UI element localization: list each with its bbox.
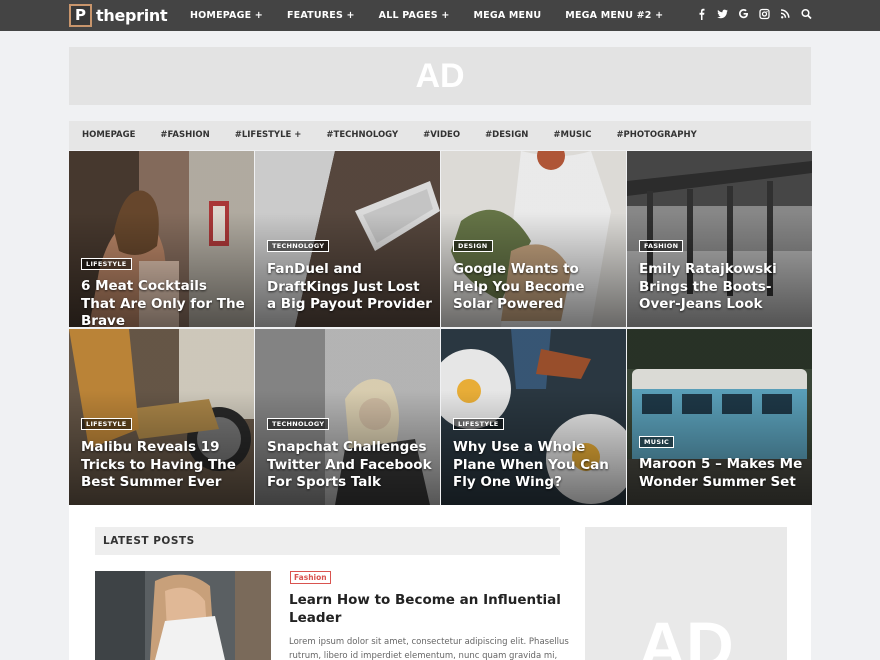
tile-category[interactable]: MUSIC <box>639 436 675 448</box>
featured-tile[interactable]: LIFESTYLE 6 Meat Cocktails That Are Only… <box>69 151 254 327</box>
tag-lifestyle[interactable]: #LIFESTYLE + <box>235 121 302 150</box>
tile-title[interactable]: 6 Meat Cocktails That Are Only for The B… <box>81 278 246 327</box>
post-category[interactable]: Fashion <box>290 571 331 584</box>
tile-title[interactable]: Why Use a Whole Plane When You Can Fly O… <box>453 439 618 492</box>
top-ad-banner[interactable]: AD <box>69 47 811 105</box>
tile-category[interactable]: TECHNOLOGY <box>267 240 330 252</box>
facebook-icon[interactable] <box>696 8 707 22</box>
latest-posts-header: LATEST POSTS <box>95 527 560 555</box>
tag-music[interactable]: #MUSIC <box>553 121 591 150</box>
google-icon[interactable] <box>738 8 749 22</box>
sidebar-ad[interactable]: AD <box>585 527 787 660</box>
nav-mega-menu-2[interactable]: MEGA MENU #2 + <box>565 0 663 31</box>
search-icon[interactable] <box>801 8 812 22</box>
featured-tile[interactable]: FASHION Emily Ratajkowski Brings the Boo… <box>627 151 812 327</box>
tag-homepage[interactable]: HOMEPAGE <box>82 121 135 150</box>
post-title[interactable]: Learn How to Become an Influential Leade… <box>289 591 569 627</box>
tile-title[interactable]: FanDuel and DraftKings Just Lost a Big P… <box>267 261 432 314</box>
tile-title[interactable]: Malibu Reveals 19 Tricks to Having The B… <box>81 439 246 492</box>
tag-design[interactable]: #DESIGN <box>485 121 528 150</box>
logo-mark: P <box>69 4 92 27</box>
tile-title[interactable]: Emily Ratajkowski Brings the Boots-Over-… <box>639 261 804 314</box>
featured-tile[interactable]: MUSIC Maroon 5 – Makes Me Wonder Summer … <box>627 329 812 505</box>
tag-fashion[interactable]: #FASHION <box>160 121 209 150</box>
tile-category[interactable]: LIFESTYLE <box>453 418 504 430</box>
ad-label: AD <box>638 608 734 660</box>
post-thumbnail[interactable] <box>95 571 271 660</box>
ad-label: AD <box>415 56 465 95</box>
tag-photography[interactable]: #PHOTOGRAPHY <box>616 121 696 150</box>
tile-category[interactable]: TECHNOLOGY <box>267 418 330 430</box>
nav-homepage[interactable]: HOMEPAGE + <box>190 0 263 31</box>
tile-title[interactable]: Maroon 5 – Makes Me Wonder Summer Set <box>639 456 804 491</box>
social-links <box>696 8 812 22</box>
logo-text: theprint <box>96 6 168 25</box>
main-nav: HOMEPAGE + FEATURES + ALL PAGES + MEGA M… <box>190 0 687 31</box>
featured-tile[interactable]: LIFESTYLE Malibu Reveals 19 Tricks to Ha… <box>69 329 254 505</box>
nav-features[interactable]: FEATURES + <box>287 0 355 31</box>
nav-all-pages[interactable]: ALL PAGES + <box>379 0 450 31</box>
featured-tile[interactable]: TECHNOLOGY Snapchat Challenges Twitter A… <box>255 329 440 505</box>
tile-title[interactable]: Google Wants to Help You Become Solar Po… <box>453 261 618 314</box>
section-title: LATEST POSTS <box>103 535 195 547</box>
top-navbar: P theprint HOMEPAGE + FEATURES + ALL PAG… <box>0 0 880 31</box>
site-logo[interactable]: P theprint <box>69 4 168 27</box>
instagram-icon[interactable] <box>759 8 770 22</box>
post-excerpt: Lorem ipsum dolor sit amet, consectetur … <box>289 637 569 660</box>
featured-tile[interactable]: DESIGN Google Wants to Help You Become S… <box>441 151 626 327</box>
nav-mega-menu[interactable]: MEGA MENU <box>473 0 541 31</box>
rss-icon[interactable] <box>780 8 791 22</box>
tile-category[interactable]: DESIGN <box>453 240 493 252</box>
featured-tile[interactable]: TECHNOLOGY FanDuel and DraftKings Just L… <box>255 151 440 327</box>
featured-tile[interactable]: LIFESTYLE Why Use a Whole Plane When You… <box>441 329 626 505</box>
tile-title[interactable]: Snapchat Challenges Twitter And Facebook… <box>267 439 432 492</box>
tile-category[interactable]: FASHION <box>639 240 684 252</box>
tag-bar: HOMEPAGE #FASHION #LIFESTYLE + #TECHNOLO… <box>69 121 811 150</box>
content-area: LATEST POSTS Fashion Learn How to Become… <box>69 505 811 660</box>
tag-technology[interactable]: #TECHNOLOGY <box>326 121 398 150</box>
twitter-icon[interactable] <box>717 8 728 22</box>
tile-category[interactable]: LIFESTYLE <box>81 418 132 430</box>
tile-category[interactable]: LIFESTYLE <box>81 258 132 270</box>
featured-grid: LIFESTYLE 6 Meat Cocktails That Are Only… <box>69 151 812 505</box>
tag-video[interactable]: #VIDEO <box>423 121 460 150</box>
